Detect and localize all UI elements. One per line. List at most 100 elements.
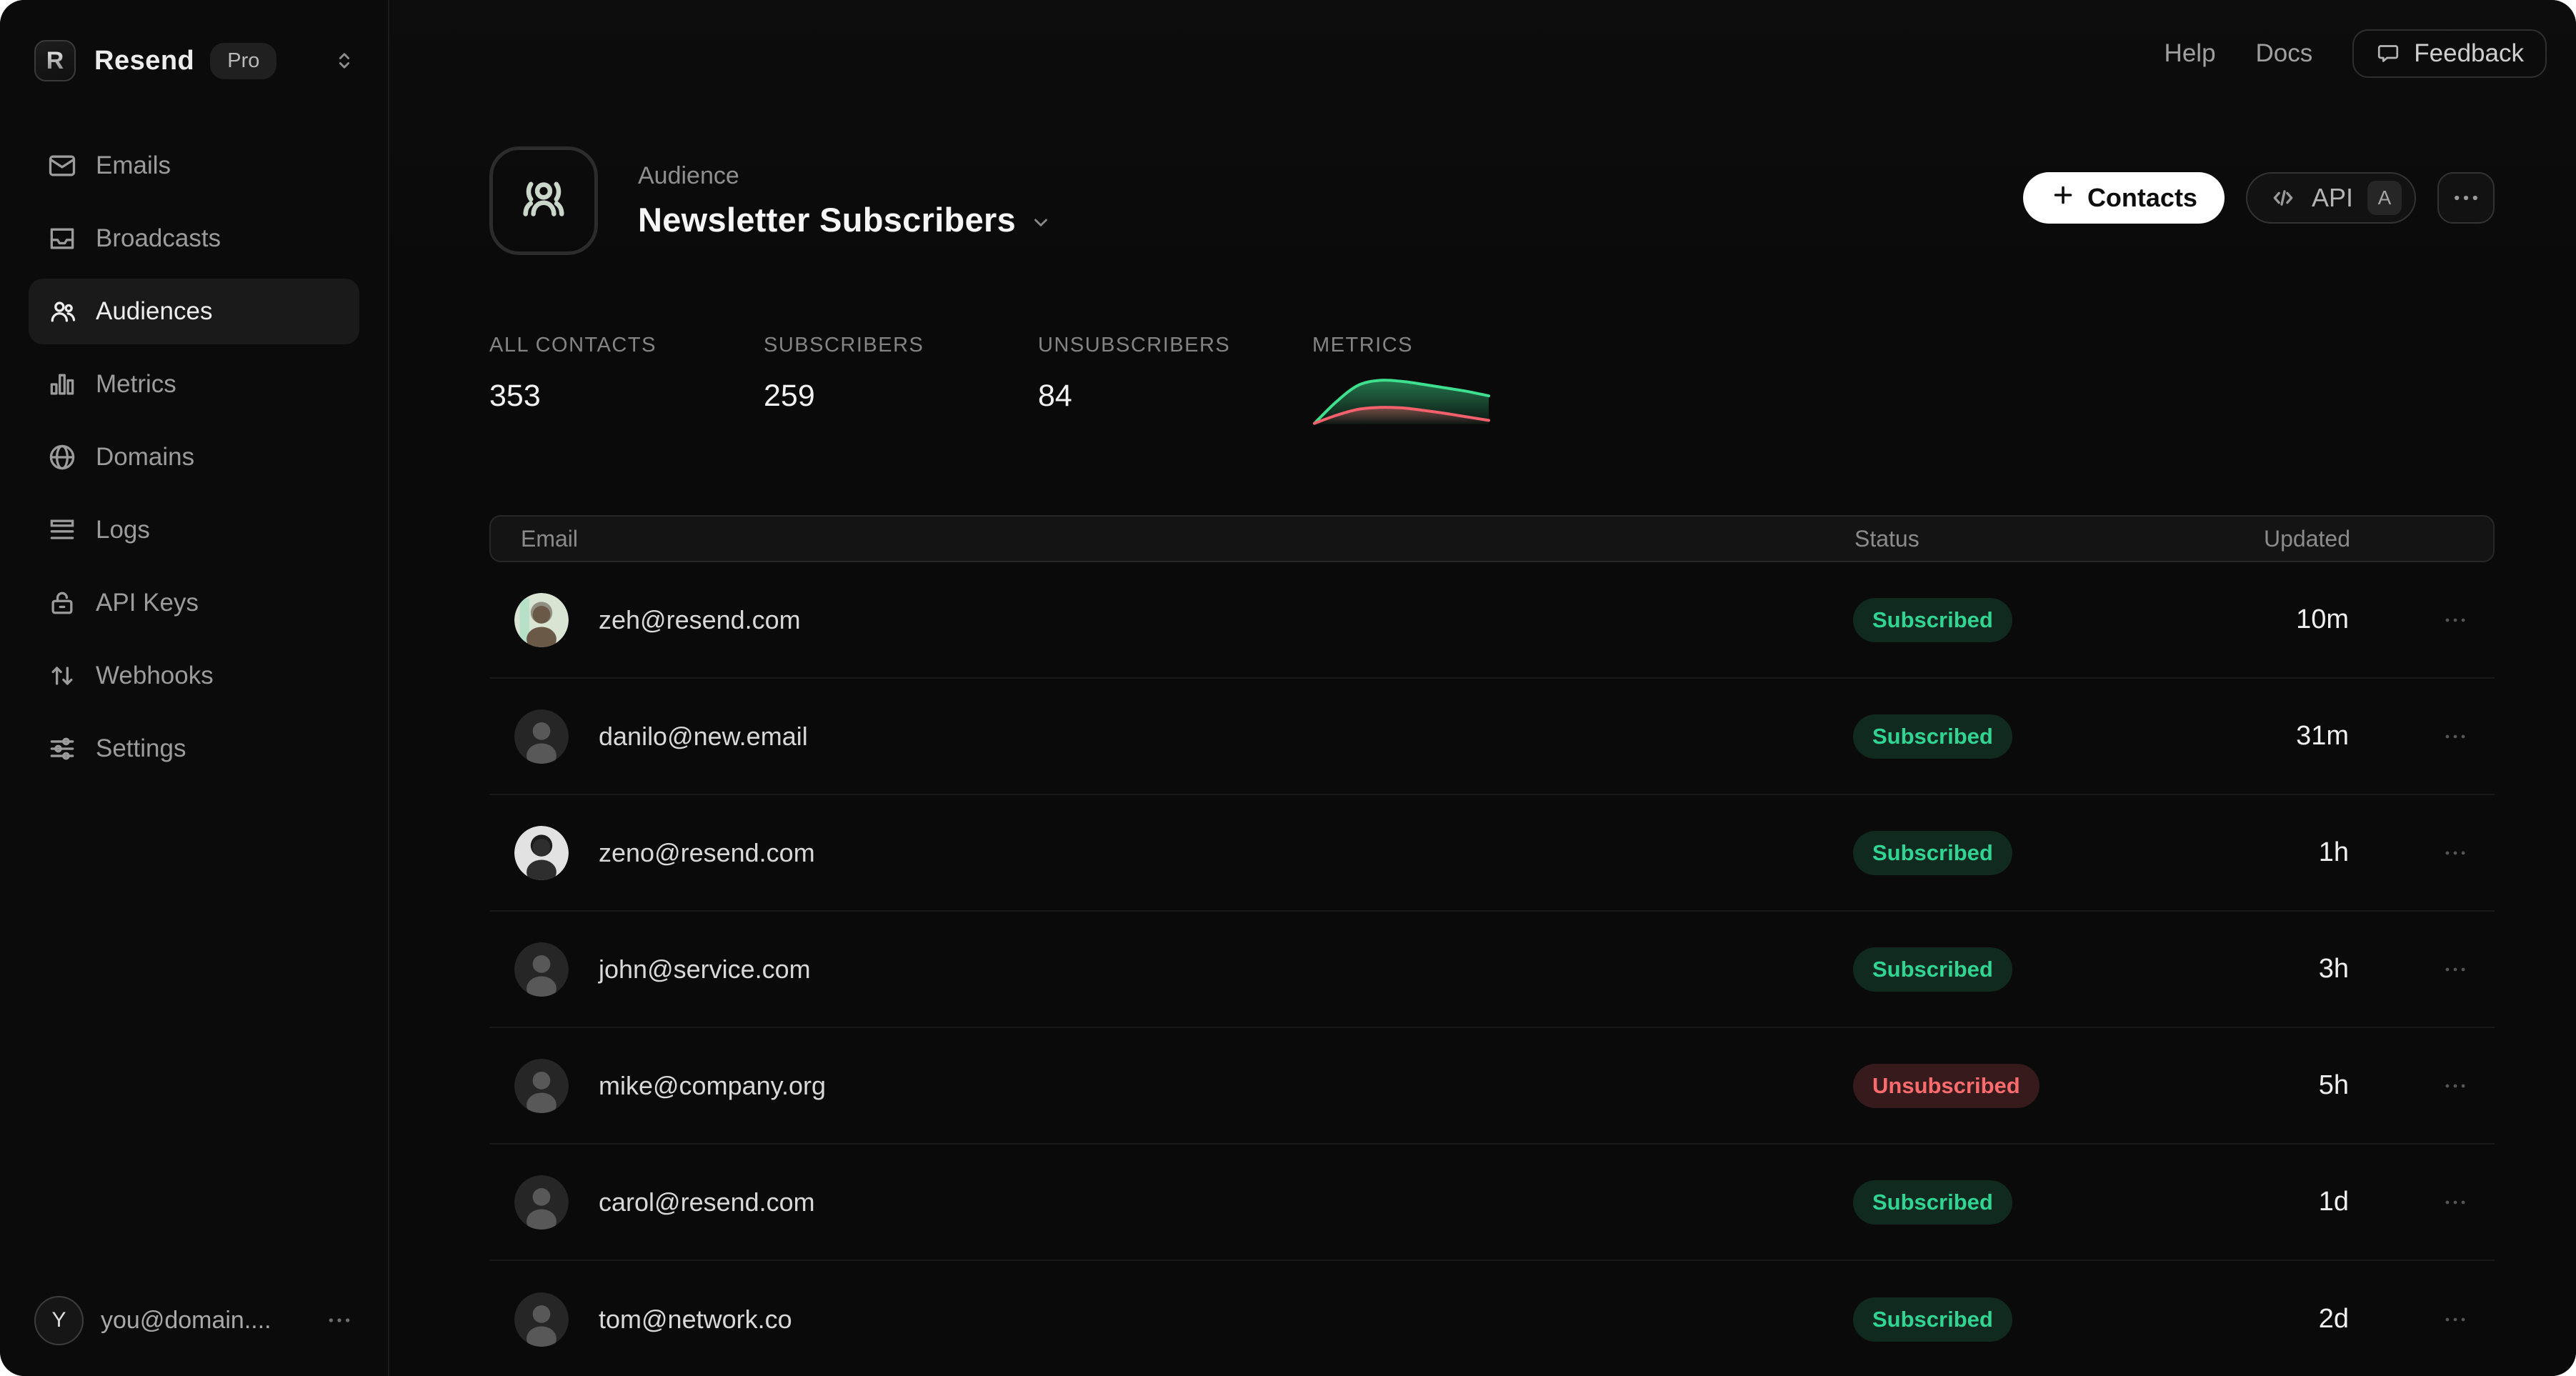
api-label: API — [2312, 183, 2353, 213]
stats-row: ALL CONTACTS 353 SUBSCRIBERS 259 UNSUBSC… — [489, 334, 2495, 431]
row-menu-button[interactable] — [2442, 1072, 2469, 1100]
sidebar-item-label: Broadcasts — [96, 224, 221, 253]
row-menu-button[interactable] — [2442, 956, 2469, 983]
header-actions: Contacts API A — [2023, 172, 2495, 224]
contact-avatar — [514, 593, 569, 647]
status-badge: Subscribed — [1853, 1180, 2012, 1225]
sliders-icon — [46, 732, 79, 765]
sidebar-item-metrics[interactable]: Metrics — [29, 352, 359, 417]
plus-icon — [2050, 182, 2076, 214]
column-header-updated: Updated — [2176, 526, 2350, 552]
contact-email: danilo@new.email — [599, 722, 808, 752]
bar-chart-icon — [46, 368, 79, 401]
stat-metrics: METRICS — [1312, 334, 1587, 431]
table-row[interactable]: tom@network.co Subscribed 2d — [489, 1261, 2495, 1376]
sidebar-item-label: Domains — [96, 443, 194, 472]
code-icon — [2269, 184, 2297, 212]
table-row[interactable]: carol@resend.com Subscribed 1d — [489, 1145, 2495, 1261]
stat-value: 353 — [489, 379, 764, 414]
metrics-sparkline-chart — [1312, 367, 1587, 431]
sidebar-nav: Emails Broadcasts Audiences Metrics Doma… — [29, 133, 359, 782]
sidebar-item-audiences[interactable]: Audiences — [29, 279, 359, 344]
keyboard-shortcut-badge: A — [2367, 181, 2402, 215]
audience-switcher[interactable]: Newsletter Subscribers — [638, 200, 1052, 239]
sidebar-item-label: Logs — [96, 516, 150, 544]
lock-icon — [46, 587, 79, 619]
feedback-button[interactable]: Feedback — [2352, 29, 2547, 78]
table-row[interactable]: zeh@resend.com Subscribed 10m — [489, 562, 2495, 679]
email-cell: danilo@new.email — [489, 709, 1853, 764]
stat-label: SUBSCRIBERS — [764, 334, 1038, 357]
sidebar-item-label: Settings — [96, 734, 186, 763]
row-menu-button[interactable] — [2442, 1306, 2469, 1333]
row-menu-cell — [2349, 839, 2493, 867]
row-menu-cell — [2349, 723, 2493, 750]
contacts-label: Contacts — [2087, 183, 2197, 213]
add-contacts-button[interactable]: Contacts — [2023, 172, 2225, 224]
row-menu-button[interactable] — [2442, 723, 2469, 750]
contacts-table: Email Status Updated zeh@resend.com Subs… — [489, 515, 2495, 1376]
table-row[interactable]: danilo@new.email Subscribed 31m — [489, 679, 2495, 795]
table-row[interactable]: zeno@resend.com Subscribed 1h — [489, 795, 2495, 912]
column-header-email: Email — [491, 526, 1854, 552]
row-menu-button[interactable] — [2442, 607, 2469, 634]
updated-cell: 1d — [2175, 1187, 2349, 1217]
table-row[interactable]: mike@company.org Unsubscribed 5h — [489, 1028, 2495, 1145]
sidebar-item-api-keys[interactable]: API Keys — [29, 570, 359, 636]
column-header-status: Status — [1854, 526, 2176, 552]
brand-name: Resend — [94, 46, 194, 76]
stat-value: 259 — [764, 379, 1038, 414]
sidebar-item-label: API Keys — [96, 589, 199, 617]
app-window: R Resend Pro Emails Broadcasts Audiences — [0, 0, 2576, 1376]
sidebar-item-label: Audiences — [96, 297, 212, 326]
contact-avatar — [514, 1059, 569, 1113]
ellipsis-icon — [2442, 956, 2469, 983]
row-menu-cell — [2349, 956, 2493, 983]
user-menu-button[interactable] — [325, 1306, 354, 1335]
sidebar-item-broadcasts[interactable]: Broadcasts — [29, 206, 359, 271]
ellipsis-icon — [2442, 1189, 2469, 1216]
email-cell: john@service.com — [489, 942, 1853, 997]
people-icon — [46, 295, 79, 328]
row-menu-button[interactable] — [2442, 1189, 2469, 1216]
contact-email: tom@network.co — [599, 1305, 792, 1335]
status-cell: Subscribed — [1853, 598, 2175, 642]
row-menu-button[interactable] — [2442, 839, 2469, 867]
contact-avatar — [514, 709, 569, 764]
stat-all-contacts: ALL CONTACTS 353 — [489, 334, 764, 431]
sidebar-item-settings[interactable]: Settings — [29, 716, 359, 782]
status-badge: Subscribed — [1853, 598, 2012, 642]
docs-link[interactable]: Docs — [2256, 39, 2313, 68]
sidebar-item-logs[interactable]: Logs — [29, 497, 359, 563]
header-text: Audience Newsletter Subscribers — [638, 162, 1052, 239]
status-badge: Subscribed — [1853, 1297, 2012, 1342]
status-cell: Subscribed — [1853, 714, 2175, 759]
updated-cell: 5h — [2175, 1070, 2349, 1101]
sidebar: R Resend Pro Emails Broadcasts Audiences — [0, 0, 389, 1376]
email-cell: tom@network.co — [489, 1292, 1853, 1347]
header-more-button[interactable] — [2437, 172, 2495, 224]
contact-avatar — [514, 942, 569, 997]
user-account[interactable]: Y you@domain.... — [29, 1292, 359, 1349]
mail-icon — [46, 149, 79, 182]
table-header: Email Status Updated — [489, 515, 2495, 562]
help-link[interactable]: Help — [2165, 39, 2216, 68]
feedback-label: Feedback — [2414, 39, 2524, 68]
status-badge: Unsubscribed — [1853, 1064, 2040, 1108]
sidebar-item-emails[interactable]: Emails — [29, 133, 359, 199]
sidebar-item-domains[interactable]: Domains — [29, 424, 359, 490]
status-badge: Subscribed — [1853, 714, 2012, 759]
table-row[interactable]: john@service.com Subscribed 3h — [489, 912, 2495, 1028]
row-menu-cell — [2349, 1072, 2493, 1100]
sidebar-item-label: Webhooks — [96, 662, 214, 690]
api-button[interactable]: API A — [2246, 172, 2416, 224]
contact-email: carol@resend.com — [599, 1187, 815, 1217]
workspace-switcher[interactable]: R Resend Pro — [29, 29, 359, 93]
updated-cell: 10m — [2175, 604, 2349, 635]
plan-badge: Pro — [210, 43, 276, 79]
status-cell: Subscribed — [1853, 831, 2175, 875]
audience-avatar-icon — [489, 146, 598, 255]
contact-email: zeno@resend.com — [599, 838, 815, 868]
sidebar-item-webhooks[interactable]: Webhooks — [29, 643, 359, 709]
row-menu-cell — [2349, 1306, 2493, 1333]
